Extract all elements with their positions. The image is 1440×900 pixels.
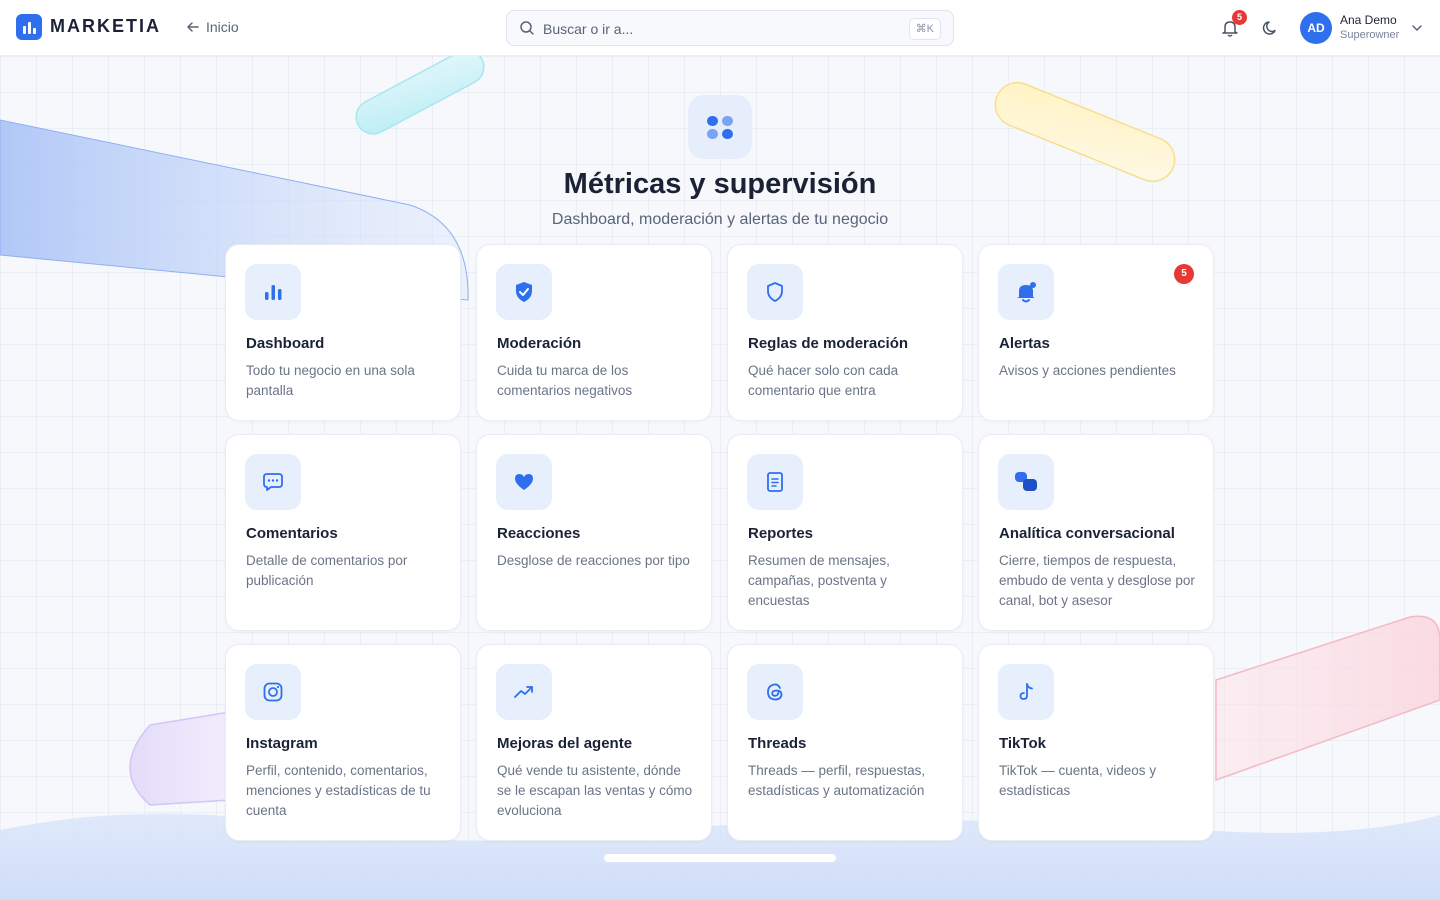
card-title: Reglas de moderación [748, 335, 909, 352]
card-analitica-conversacional[interactable]: Analítica conversacional Cierre, tiempos… [978, 434, 1214, 631]
conversation-icon [998, 454, 1054, 510]
card-reportes[interactable]: Reportes Resumen de mensajes, campañas, … [727, 434, 963, 631]
shield-outline-icon [747, 264, 803, 320]
card-title: Moderación [497, 335, 582, 352]
bar-chart-icon [245, 264, 301, 320]
grid-icon [688, 95, 752, 159]
card-description: Perfil, contenido, comentarios, mencione… [246, 763, 431, 818]
card-title: Mejoras del agente [497, 735, 633, 752]
brand-name[interactable]: MARKETIA [50, 16, 161, 37]
card-description: Qué vende tu asistente, dónde se le esca… [497, 763, 693, 818]
card-title: Comentarios [246, 525, 338, 542]
card-description: Detalle de comentarios por publicación [246, 553, 408, 588]
card-reacciones[interactable]: Reacciones Desglose de reacciones por ti… [476, 434, 712, 631]
card-instagram[interactable]: Instagram Perfil, contenido, comentarios… [225, 644, 461, 841]
card-description: Cuida tu marca de los comentarios negati… [497, 363, 633, 398]
trending-up-icon [496, 664, 552, 720]
card-description: Todo tu negocio en una sola pantalla [246, 363, 415, 398]
card-dashboard[interactable]: Dashboard Todo tu negocio en una sola pa… [225, 244, 461, 421]
back-link[interactable]: Inicio [186, 19, 239, 35]
alert-count-badge: 5 [1174, 264, 1194, 284]
logo-icon[interactable] [16, 14, 42, 40]
scroll-indicator [604, 854, 836, 862]
instagram-icon [245, 664, 301, 720]
card-tiktok[interactable]: TikTok TikTok — cuenta, videos y estadís… [978, 644, 1214, 841]
threads-icon [747, 664, 803, 720]
card-title: Reportes [748, 525, 814, 542]
arrow-left-icon [187, 22, 199, 32]
user-name[interactable]: Ana Demo [1340, 13, 1397, 27]
card-description: Avisos y acciones pendientes [999, 363, 1176, 378]
card-description: Desglose de reacciones por tipo [497, 553, 690, 568]
user-role: Superowner [1340, 29, 1400, 41]
card-title: Reacciones [497, 525, 581, 542]
card-description: Threads — perfil, respuestas, estadístic… [748, 763, 926, 798]
top-bar: MARKETIA Inicio ⌘K 5 AD Ana Demo Superow… [0, 0, 1440, 56]
avatar[interactable]: AD [1300, 12, 1332, 44]
card-title: Dashboard [246, 335, 325, 352]
card-reglas-moderacion[interactable]: Reglas de moderación Qué hacer solo con … [727, 244, 963, 421]
tiktok-icon [998, 664, 1054, 720]
card-description: Qué hacer solo con cada comentario que e… [748, 363, 899, 398]
shortcut-hint: ⌘K [908, 18, 941, 40]
page-title: Métricas y supervisión [563, 168, 877, 200]
card-comentarios[interactable]: Comentarios Detalle de comentarios por p… [225, 434, 461, 631]
card-moderacion[interactable]: Moderación Cuida tu marca de los comenta… [476, 244, 712, 421]
card-title: Instagram [246, 735, 318, 752]
search-icon [520, 21, 534, 35]
search-box[interactable]: ⌘K [506, 10, 954, 46]
notifications-badge: 5 [1232, 10, 1247, 25]
card-title: Alertas [999, 335, 1050, 352]
card-description: TikTok — cuenta, videos y estadísticas [999, 763, 1157, 798]
page-subtitle: Dashboard, moderación y alertas de tu ne… [551, 211, 889, 228]
back-label: Inicio [206, 19, 239, 35]
card-description: Cierre, tiempos de respuesta, embudo de … [999, 553, 1195, 608]
card-description: Resumen de mensajes, campañas, postventa… [748, 553, 890, 608]
card-title: Threads [748, 735, 807, 752]
chevron-down-icon[interactable] [1411, 22, 1423, 34]
chat-bubble-icon [245, 454, 301, 510]
card-title: TikTok [999, 735, 1046, 752]
document-icon [747, 454, 803, 510]
moon-icon[interactable] [1262, 19, 1280, 37]
card-threads[interactable]: Threads Threads — perfil, respuestas, es… [727, 644, 963, 841]
heart-icon [496, 454, 552, 510]
card-mejoras-agente[interactable]: Mejoras del agente Qué vende tu asistent… [476, 644, 712, 841]
card-alertas[interactable]: 5 Alertas Avisos y acciones pendientes [978, 244, 1214, 421]
card-title: Analítica conversacional [999, 525, 1175, 542]
bell-alert-icon [998, 264, 1054, 320]
search-input[interactable] [543, 19, 903, 39]
shield-check-icon [496, 264, 552, 320]
